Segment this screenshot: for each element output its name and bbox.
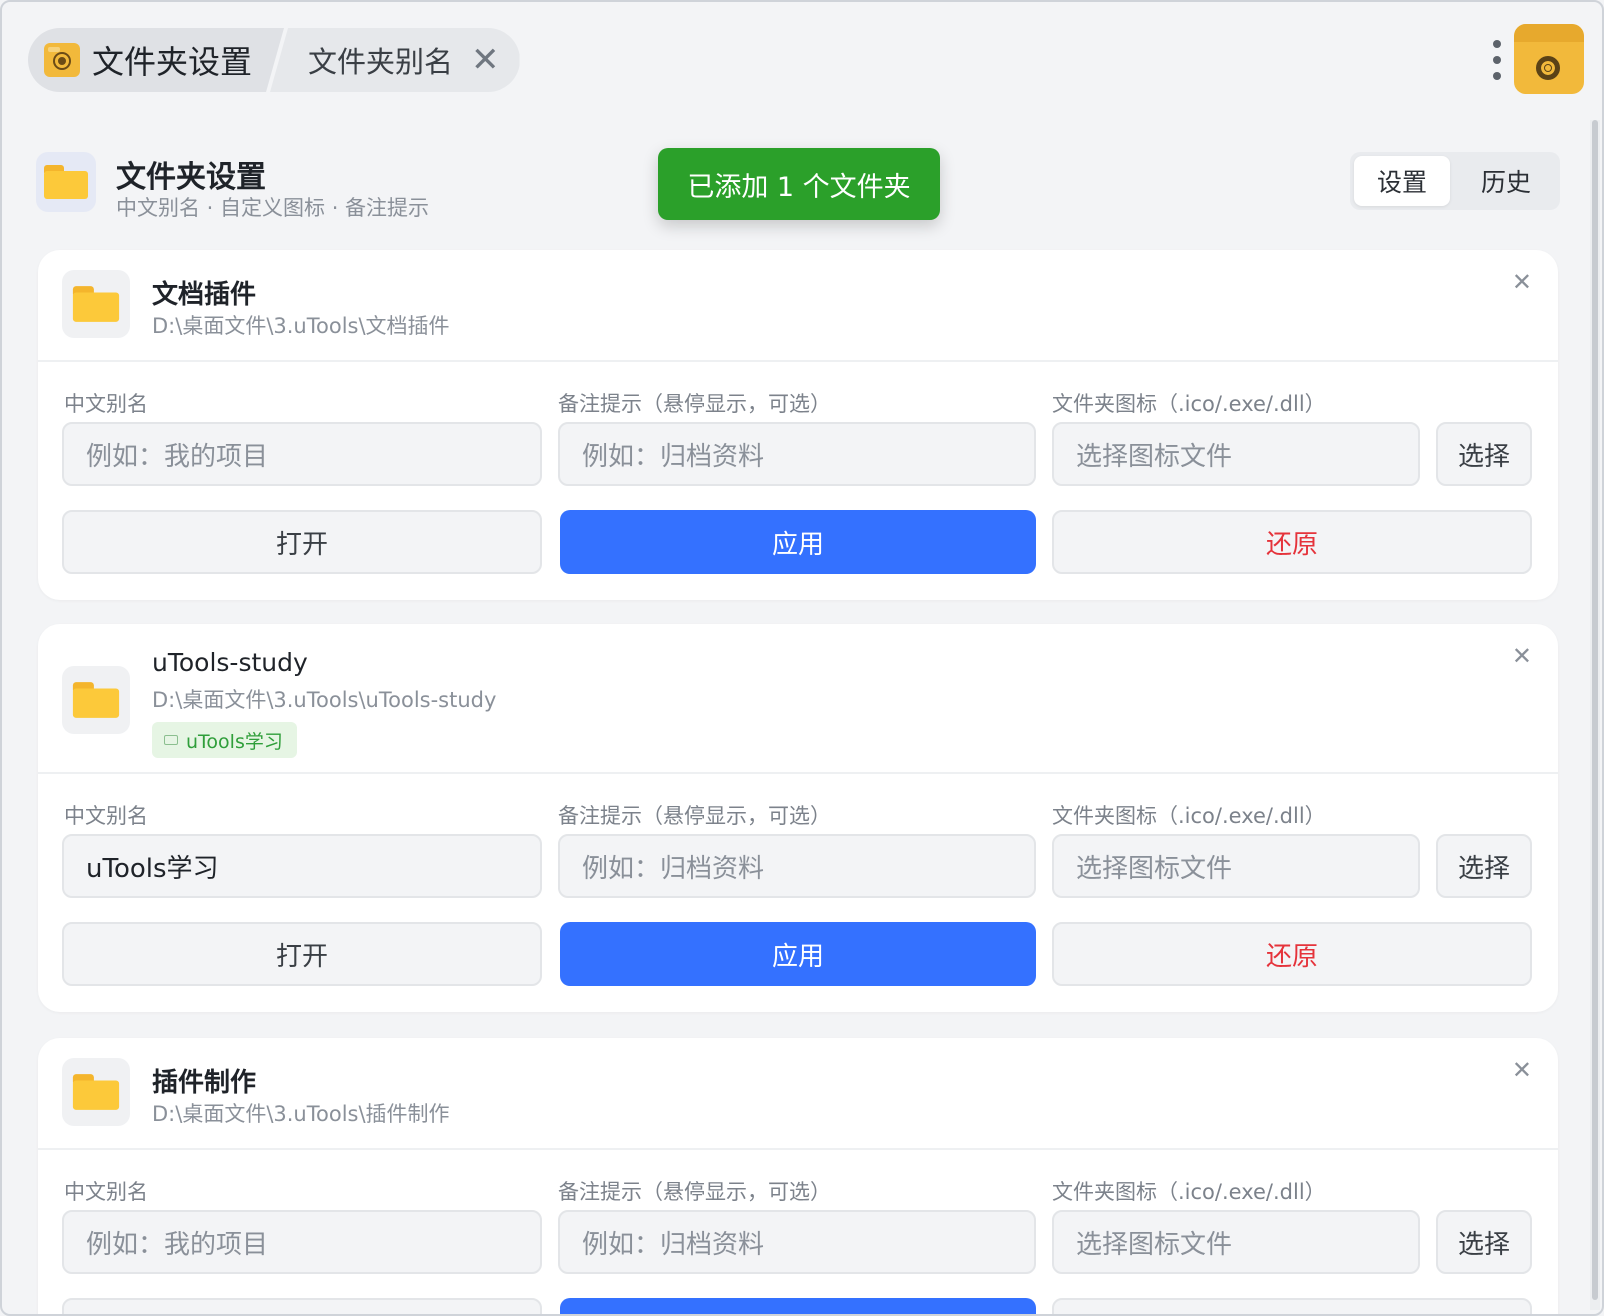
remove-card-icon[interactable]: ✕ — [1512, 642, 1532, 670]
icon-label: 文件夹图标（.ico/.exe/.dll） — [1052, 1180, 1326, 1204]
card-header: 文档插件 D:\桌面文件\3.uTools\文档插件 ✕ — [38, 250, 1558, 362]
folder-gear-icon — [44, 43, 80, 77]
choose-icon-button[interactable]: 选择 — [1436, 1210, 1532, 1274]
remove-card-icon[interactable]: ✕ — [1512, 268, 1532, 296]
restore-button[interactable]: 还原 — [1052, 922, 1532, 986]
card-title: 插件制作 — [152, 1068, 257, 1098]
icon-file-input[interactable]: 选择图标文件 — [1052, 422, 1420, 486]
icon-file-input[interactable]: 选择图标文件 — [1052, 834, 1420, 898]
segment-history[interactable]: 历史 — [1458, 156, 1554, 206]
folder-card: 插件制作 D:\桌面文件\3.uTools\插件制作 ✕ 中文别名 备注提示（悬… — [38, 1038, 1558, 1314]
folder-icon — [62, 666, 130, 734]
app-window: 文件夹设置 文件夹别名 ✕ 文件夹设置 中文别名 · 自定义图标 · 备注提示 … — [0, 0, 1604, 1316]
more-menu-icon[interactable] — [1492, 40, 1502, 80]
folder-icon — [62, 1058, 130, 1126]
card-path: D:\桌面文件\3.uTools\uTools-study — [152, 688, 497, 712]
apply-button[interactable]: 应用 — [560, 922, 1036, 986]
alias-tag-label: uTools学习 — [186, 730, 283, 753]
tab-folder-alias[interactable]: 文件夹别名 ✕ — [270, 28, 520, 92]
alias-label: 中文别名 — [64, 1180, 148, 1204]
apply-button[interactable]: 应用 — [560, 510, 1036, 574]
tab-folder-settings[interactable]: 文件夹设置 — [28, 28, 284, 92]
remove-card-icon[interactable]: ✕ — [1512, 1056, 1532, 1084]
note-label: 备注提示（悬停显示，可选） — [558, 392, 831, 416]
app-logo-icon[interactable] — [1514, 24, 1584, 94]
success-toast: 已添加 1 个文件夹 — [658, 148, 940, 220]
breadcrumb: 文件夹设置 文件夹别名 ✕ — [28, 28, 520, 92]
open-button[interactable]: 打开 — [62, 510, 542, 574]
tab-folder-alias-label: 文件夹别名 — [308, 45, 454, 79]
open-button[interactable] — [62, 1298, 542, 1314]
segment-settings[interactable]: 设置 — [1354, 156, 1450, 206]
page-subtitle: 中文别名 · 自定义图标 · 备注提示 — [116, 196, 430, 220]
alias-label: 中文别名 — [64, 804, 148, 828]
open-button[interactable]: 打开 — [62, 922, 542, 986]
alias-tag: uTools学习 — [152, 722, 297, 758]
view-switcher: 设置 历史 — [1350, 152, 1560, 210]
folder-icon — [62, 270, 130, 338]
card-path: D:\桌面文件\3.uTools\插件制作 — [152, 1102, 450, 1126]
note-input[interactable]: 例如：归档资料 — [558, 1210, 1036, 1274]
page-title: 文件夹设置 — [116, 160, 266, 195]
top-bar: 文件夹设置 文件夹别名 ✕ — [2, 2, 1602, 120]
note-label: 备注提示（悬停显示，可选） — [558, 804, 831, 828]
card-title: uTools-study — [152, 648, 308, 677]
apply-button[interactable] — [560, 1298, 1036, 1314]
alias-input[interactable]: uTools学习 — [62, 834, 542, 898]
icon-label: 文件夹图标（.ico/.exe/.dll） — [1052, 392, 1326, 416]
card-path: D:\桌面文件\3.uTools\文档插件 — [152, 314, 450, 338]
card-header: 插件制作 D:\桌面文件\3.uTools\插件制作 ✕ — [38, 1038, 1558, 1150]
tab-folder-settings-label: 文件夹设置 — [92, 43, 253, 81]
choose-icon-button[interactable]: 选择 — [1436, 834, 1532, 898]
icon-label: 文件夹图标（.ico/.exe/.dll） — [1052, 804, 1326, 828]
note-input[interactable]: 例如：归档资料 — [558, 834, 1036, 898]
close-tab-icon[interactable]: ✕ — [471, 43, 500, 77]
folder-card: 文档插件 D:\桌面文件\3.uTools\文档插件 ✕ 中文别名 备注提示（悬… — [38, 250, 1558, 600]
restore-button[interactable]: 还原 — [1052, 510, 1532, 574]
tag-icon — [164, 735, 178, 745]
choose-icon-button[interactable]: 选择 — [1436, 422, 1532, 486]
folder-icon — [36, 152, 96, 212]
alias-input[interactable]: 例如：我的项目 — [62, 1210, 542, 1274]
note-input[interactable]: 例如：归档资料 — [558, 422, 1036, 486]
scrollbar-thumb[interactable] — [1592, 120, 1598, 1300]
folder-card: uTools-study D:\桌面文件\3.uTools\uTools-stu… — [38, 624, 1558, 1012]
note-label: 备注提示（悬停显示，可选） — [558, 1180, 831, 1204]
alias-label: 中文别名 — [64, 392, 148, 416]
icon-file-input[interactable]: 选择图标文件 — [1052, 1210, 1420, 1274]
restore-button[interactable] — [1052, 1298, 1532, 1314]
alias-input[interactable]: 例如：我的项目 — [62, 422, 542, 486]
card-header: uTools-study D:\桌面文件\3.uTools\uTools-stu… — [38, 624, 1558, 774]
card-title: 文档插件 — [152, 280, 257, 310]
